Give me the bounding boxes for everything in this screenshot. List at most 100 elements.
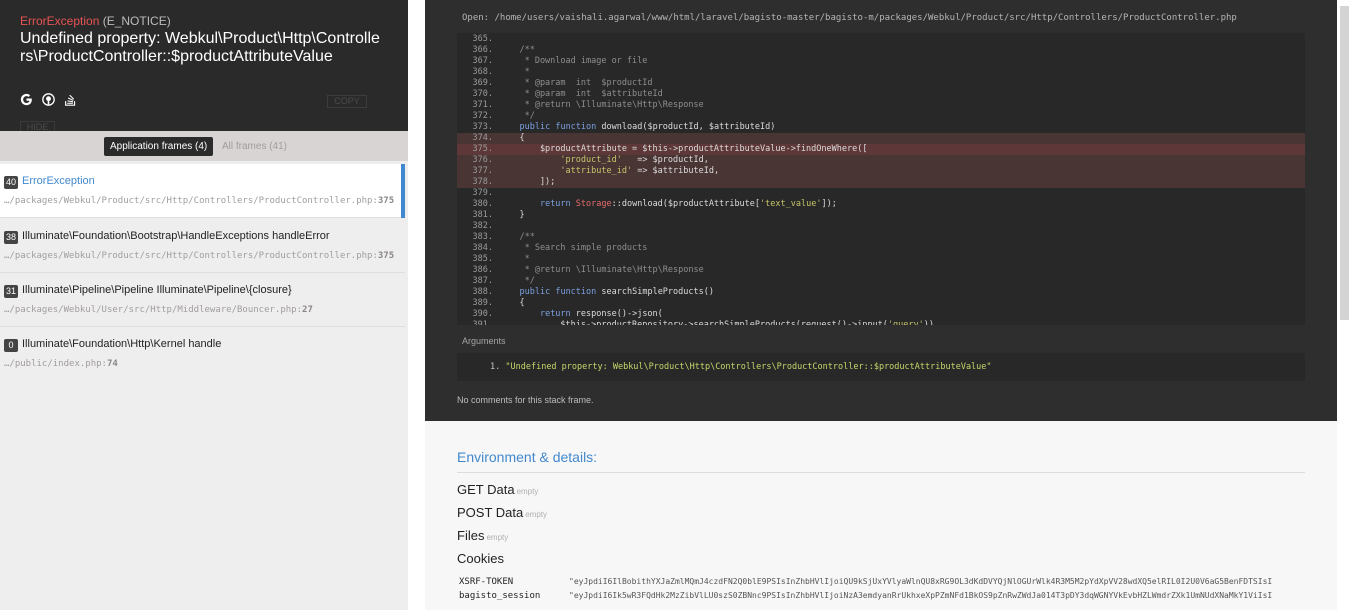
code-line: 367. * Download image or file (457, 56, 1305, 67)
frames-list: 40 ErrorException …/packages/Webkul/Prod… (0, 164, 405, 382)
line-number: 383. (472, 232, 493, 242)
line-number: 374. (472, 133, 493, 143)
line-number: 366. (472, 45, 493, 55)
code-line: 388. public function searchSimpleProduct… (457, 287, 1305, 298)
line-code: */ (499, 276, 535, 286)
line-number: 386. (472, 265, 493, 275)
code-line: 375. $productAttribute = $this->productA… (457, 144, 1305, 155)
code-line: 382. (457, 221, 1305, 232)
line-code: * @param int $attributeId (499, 89, 663, 99)
frame-class: Illuminate\Foundation\Bootstrap\HandleEx… (22, 230, 330, 242)
line-number: 391. (472, 320, 493, 325)
duckduckgo-icon[interactable] (42, 93, 55, 106)
argument-number: 1. (490, 362, 501, 372)
frame-class: Illuminate\Foundation\Http\Kernel handle (22, 338, 222, 350)
frames-tabs: Application frames (4) All frames (41) (0, 131, 408, 161)
no-comments-text: No comments for this stack frame. (457, 395, 594, 405)
frame-item[interactable]: 40 ErrorException …/packages/Webkul/Prod… (0, 164, 405, 218)
line-number: 388. (472, 287, 493, 297)
frame-index: 0 (4, 339, 18, 352)
line-number: 385. (472, 254, 493, 264)
code-line: 373. public function download($productId… (457, 122, 1305, 133)
frame-item[interactable]: 38 Illuminate\Foundation\Bootstrap\Handl… (0, 219, 405, 273)
frame-index: 38 (4, 231, 19, 244)
line-code: return response()->json( (539, 309, 663, 319)
section-title: Files (457, 528, 485, 543)
open-file-link[interactable]: Open: /home/users/vaishali.agarwal/www/h… (462, 13, 1237, 23)
empty-label: empty (486, 533, 509, 542)
line-number: 379. (472, 188, 493, 198)
line-code: return Storage::download($productAttribu… (539, 199, 837, 209)
argument-item: 1. "Undefined property: Webkul\Product\H… (490, 362, 992, 372)
copy-button[interactable]: COPY (327, 95, 367, 108)
line-code: public function download($productId, $at… (519, 122, 776, 132)
code-line: 385. * (457, 254, 1305, 265)
code-line: 387. */ (457, 276, 1305, 287)
line-number: 390. (472, 309, 493, 319)
hide-button[interactable]: HIDE (20, 121, 55, 131)
tab-application-frames[interactable]: Application frames (4) (104, 137, 214, 156)
section-get-data: GET Data empty (457, 482, 538, 497)
frame-file: …/packages/Webkul/Product/src/Http/Contr… (4, 251, 395, 261)
code-line: 370. * @param int $attributeId (457, 89, 1305, 100)
code-line: 391. $this->productRepository->searchSim… (457, 320, 1305, 325)
frame-file: …/packages/Webkul/Product/src/Http/Contr… (4, 196, 395, 206)
frame-line: 375 (377, 251, 395, 261)
environment-title: Environment & details: (457, 449, 598, 465)
code-line: 368. * (457, 67, 1305, 78)
line-number: 371. (472, 100, 493, 110)
line-number: 365. (472, 34, 493, 44)
line-code: * Download image or file (499, 56, 648, 66)
code-line: 369. * @param int $productId (457, 78, 1305, 89)
exception-code: (E_NOTICE) (102, 14, 171, 28)
exception-class: ErrorException (20, 14, 100, 28)
line-number: 372. (472, 111, 493, 121)
section-post-data: POST Data empty (457, 505, 547, 520)
line-number: 381. (472, 210, 493, 220)
section-title: Cookies (457, 551, 504, 566)
code-line: 372. */ (457, 111, 1305, 122)
cookie-key: XSRF-TOKEN (459, 577, 514, 587)
exception-type-line: ErrorException (E_NOTICE) (20, 14, 171, 28)
line-number: 389. (472, 298, 493, 308)
frame-line: 74 (106, 359, 118, 369)
scrollbar-thumb[interactable] (1340, 6, 1349, 320)
cookie-value: "eyJpdiI6Ik5wR3FQdHk2MzZibVlLU0szS0ZBNnc… (569, 591, 1273, 600)
line-code: * @return \Illuminate\Http\Response (499, 100, 704, 110)
frame-class: ErrorException (22, 175, 95, 187)
code-line: 384. * Search simple products (457, 243, 1305, 254)
frame-item[interactable]: 31 Illuminate\Pipeline\Pipeline Illumina… (0, 273, 405, 327)
code-line: 380. return Storage::download($productAt… (457, 199, 1305, 210)
frame-index: 31 (4, 285, 19, 298)
line-code: /** (499, 232, 535, 242)
line-number: 368. (472, 67, 493, 77)
line-number: 384. (472, 243, 493, 253)
code-snippet: 365. 366. /** 367. * Download image or fil… (457, 33, 1305, 325)
line-number: 376. (472, 155, 493, 165)
frame-file-path: …/packages/Webkul/User/src/Http/Middlewa… (4, 305, 297, 315)
code-line: 378. ]); (457, 177, 1305, 188)
code-line: 383. /** (457, 232, 1305, 243)
frame-item[interactable]: 0 Illuminate\Foundation\Http\Kernel hand… (0, 327, 405, 381)
section-files: Files empty (457, 528, 508, 543)
empty-label: empty (516, 487, 539, 496)
line-number: 380. (472, 199, 493, 209)
section-cookies: Cookies (457, 551, 504, 566)
stackoverflow-icon[interactable] (64, 93, 77, 106)
code-line: 381. } (457, 210, 1305, 221)
line-number: 375. (472, 144, 493, 154)
line-number: 377. (472, 166, 493, 176)
code-line: 386. * @return \Illuminate\Http\Response (457, 265, 1305, 276)
line-code: * Search simple products (499, 243, 648, 253)
tab-all-frames[interactable]: All frames (41) (222, 137, 287, 156)
frame-file-path: …/packages/Webkul/Product/src/Http/Contr… (4, 251, 373, 261)
code-line: 377. 'attribute_id' => $attributeId, (457, 166, 1305, 177)
stack-frames-panel: ErrorException (E_NOTICE) Undefined prop… (0, 0, 408, 610)
code-line: 374. { (457, 133, 1305, 144)
code-line: 389. { (457, 298, 1305, 309)
search-links (20, 93, 77, 106)
google-icon[interactable] (20, 93, 33, 106)
frame-file-path: …/packages/Webkul/Product/src/Http/Contr… (4, 196, 373, 206)
line-number: 367. (472, 56, 493, 66)
line-number: 369. (472, 78, 493, 88)
